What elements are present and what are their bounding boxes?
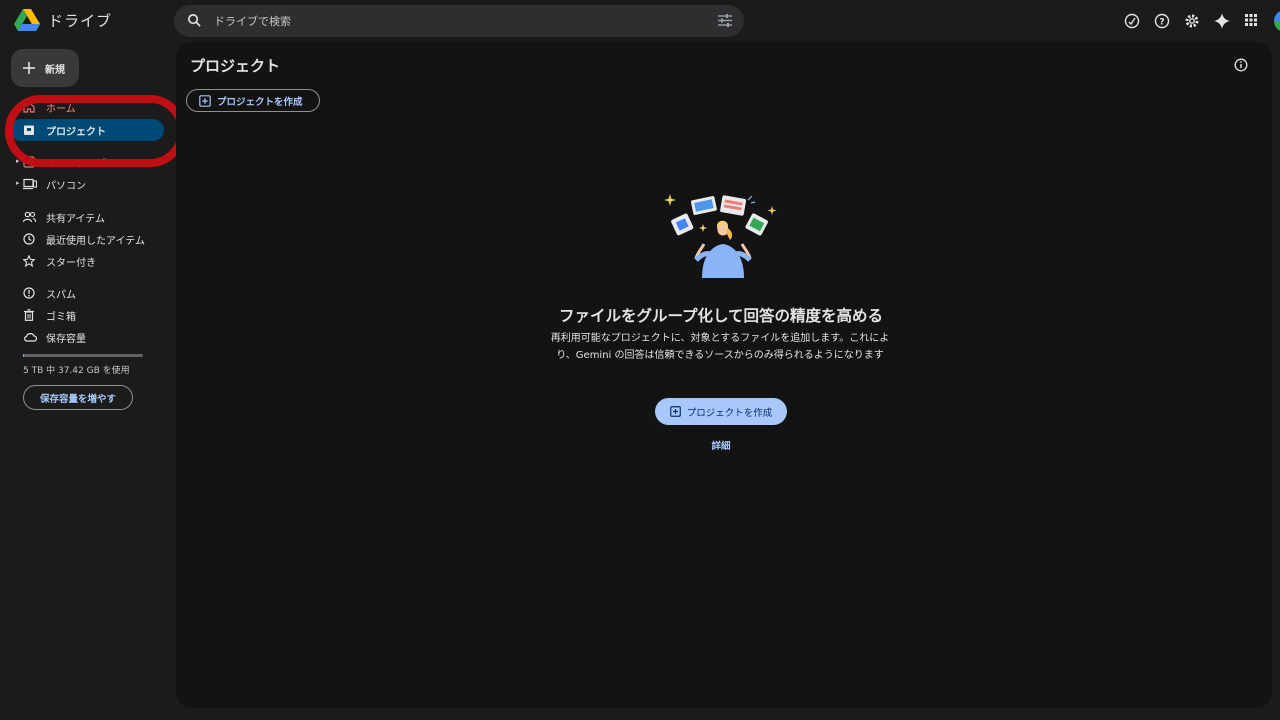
sidebar-item-storage[interactable]: 保存容量 [10, 326, 164, 348]
drive-logo-icon [14, 9, 40, 31]
main-panel: プロジェクト プロジェクトを作成 ファイルをグループ化して回答の精度を高める 再… [176, 42, 1272, 708]
app-name: ドライブ [48, 11, 113, 30]
sidebar-item-label: プロジェクト [46, 127, 106, 138]
sidebar-item-my-drive[interactable]: ▸ マイドライブ [10, 151, 164, 173]
add-project-icon [669, 406, 681, 417]
sidebar-item-label: スター付き [46, 258, 96, 269]
new-button[interactable]: 新規 [11, 49, 79, 87]
help-icon[interactable]: ? [1154, 13, 1170, 29]
learn-more-link[interactable]: 詳細 [176, 438, 1266, 452]
shared-icon [23, 211, 36, 223]
search-bar[interactable] [174, 5, 744, 37]
expand-caret-icon[interactable]: ▸ [16, 179, 20, 187]
drive-logo[interactable]: ドライブ [14, 9, 112, 31]
sidebar-item-trash[interactable]: ゴミ箱 [10, 304, 164, 326]
trash-icon [23, 309, 35, 321]
create-project-button-label: プロジェクトを作成 [686, 407, 773, 419]
search-input[interactable] [214, 5, 684, 37]
apps-grid-icon[interactable] [1244, 13, 1260, 29]
expand-caret-icon[interactable]: ▸ [16, 157, 20, 165]
clock-icon [23, 233, 35, 245]
offline-status-icon[interactable] [1124, 13, 1140, 29]
empty-state-title: ファイルをグループ化して回答の精度を高める [558, 307, 884, 325]
get-more-storage-button[interactable]: 保存容量を増やす [23, 385, 133, 410]
svg-text:?: ? [1159, 18, 1164, 28]
cloud-icon [23, 331, 37, 343]
spam-icon [23, 287, 35, 299]
sidebar-item-label: ゴミ箱 [46, 312, 76, 323]
sidebar-item-projects[interactable]: プロジェクト [10, 119, 164, 141]
empty-state-illustration [662, 192, 782, 282]
sidebar-item-label: スパム [46, 290, 76, 301]
create-project-chip[interactable]: プロジェクトを作成 [186, 89, 320, 112]
sidebar-item-shared[interactable]: 共有アイテム [10, 206, 164, 228]
storage-usage-text: 5 TB 中 37.42 GB を使用 [23, 366, 130, 376]
sidebar-item-label: 共有アイテム [46, 214, 105, 225]
create-project-chip-label: プロジェクトを作成 [217, 96, 303, 108]
search-icon[interactable] [187, 13, 202, 28]
top-bar: ドライブ ? [0, 0, 1280, 42]
my-drive-icon [23, 156, 35, 168]
account-avatar[interactable] [1274, 10, 1280, 32]
sidebar-item-label: ホーム [46, 104, 76, 115]
sidebar-item-label: マイドライブ [46, 159, 106, 170]
sidebar-item-label: 最近使用したアイテム [46, 236, 145, 247]
sidebar: 新規 ホーム プロジェクト ▸ マイドライブ ▸ パソコン 共有アイテム 最近使… [0, 42, 174, 720]
storage-meter-fill [23, 354, 25, 357]
empty-state-description: 再利用可能なプロジェクトに、対象とするファイルを追加します。これにより、Gemi… [550, 333, 890, 361]
sidebar-item-recent[interactable]: 最近使用したアイテム [10, 228, 164, 250]
info-icon[interactable] [1234, 58, 1248, 72]
home-icon [23, 101, 35, 113]
plus-icon [22, 61, 36, 75]
settings-icon[interactable] [1184, 13, 1200, 29]
sidebar-item-home[interactable]: ホーム [10, 96, 164, 118]
gemini-sparkle-icon[interactable] [1214, 13, 1230, 29]
sidebar-item-label: パソコン [46, 181, 86, 192]
sidebar-item-spam[interactable]: スパム [10, 282, 164, 304]
page-title: プロジェクト [190, 57, 281, 75]
header-actions: ? [1124, 13, 1260, 29]
sidebar-item-label: 保存容量 [46, 334, 86, 345]
create-project-button[interactable]: プロジェクトを作成 [655, 398, 787, 425]
computer-icon [23, 178, 37, 190]
sidebar-item-computers[interactable]: ▸ パソコン [10, 173, 164, 195]
add-project-icon [199, 94, 211, 107]
star-icon [23, 255, 35, 267]
new-button-label: 新規 [45, 64, 65, 76]
sidebar-item-starred[interactable]: スター付き [10, 250, 164, 272]
project-icon [23, 124, 35, 136]
search-options-icon[interactable] [718, 14, 732, 27]
storage-meter [23, 354, 143, 357]
